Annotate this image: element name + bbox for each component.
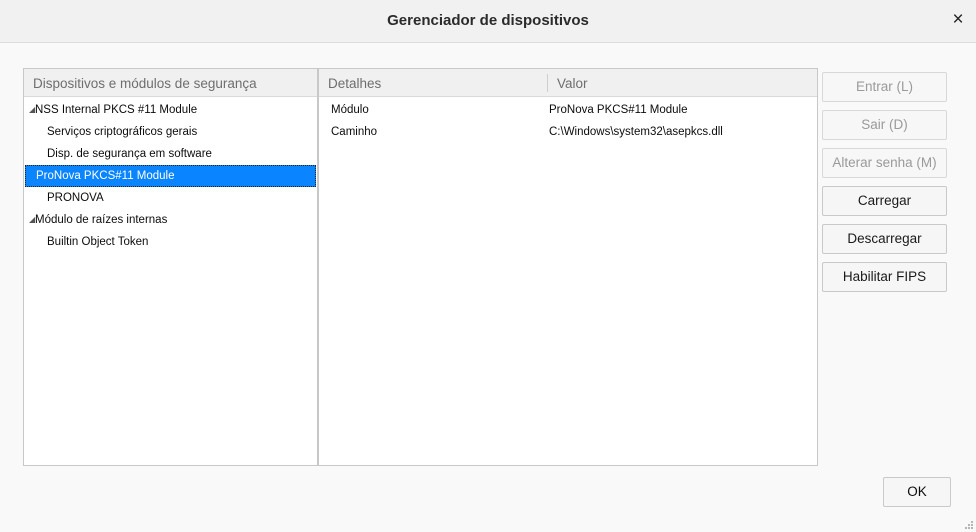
details-row-name: Módulo: [331, 104, 369, 116]
load-button[interactable]: Carregar: [822, 186, 947, 216]
window-title: Gerenciador de dispositivos: [387, 12, 589, 29]
tree-item-builtin-object-token[interactable]: Builtin Object Token: [24, 231, 317, 253]
details-row-value: C:\Windows\system32\asepkcs.dll: [549, 126, 723, 138]
tree-item-software-security-device[interactable]: Disp. de segurança em software: [24, 143, 317, 165]
tree-item-label: Serviços criptográficos gerais: [47, 126, 198, 138]
tree-item-label: NSS Internal PKCS #11 Module: [35, 104, 198, 116]
tree-item-label: ProNova PKCS#11 Module: [36, 170, 175, 182]
column-header-value[interactable]: Valor: [557, 76, 588, 91]
tree-item-builtin-roots-module[interactable]: ◢Módulo de raízes internas: [24, 209, 317, 231]
resize-grip-icon[interactable]: [964, 520, 974, 530]
column-header-details[interactable]: Detalhes: [328, 76, 381, 91]
tree-item-pronova-module[interactable]: ProNova PKCS#11 Module: [25, 165, 316, 187]
change-password-button[interactable]: Alterar senha (M): [822, 148, 947, 178]
login-button[interactable]: Entrar (L): [822, 72, 947, 102]
logout-button[interactable]: Sair (D): [822, 110, 947, 140]
column-separator[interactable]: [547, 74, 548, 92]
tree-header[interactable]: Dispositivos e módulos de segurança: [24, 69, 317, 97]
tree-item-label: Módulo de raízes internas: [35, 214, 168, 226]
details-row-path[interactable]: Caminho C:\Windows\system32\asepkcs.dll: [319, 121, 817, 143]
tree-item-pronova[interactable]: PRONOVA: [24, 187, 317, 209]
unload-button[interactable]: Descarregar: [822, 224, 947, 254]
details-table[interactable]: Detalhes Valor Módulo ProNova PKCS#11 Mo…: [318, 68, 818, 466]
tree-item-label: PRONOVA: [47, 192, 104, 204]
close-icon[interactable]: ×: [948, 9, 968, 31]
details-row-name: Caminho: [331, 126, 378, 138]
title-bar: Gerenciador de dispositivos ×: [0, 0, 976, 43]
ok-button[interactable]: OK: [883, 477, 951, 507]
details-row-value: ProNova PKCS#11 Module: [549, 104, 688, 116]
details-header: Detalhes Valor: [319, 69, 817, 97]
tree-item-label: Builtin Object Token: [47, 236, 149, 248]
tree-item-nss-internal-module[interactable]: ◢NSS Internal PKCS #11 Module: [24, 99, 317, 121]
tree-item-general-crypto-services[interactable]: Serviços criptográficos gerais: [24, 121, 317, 143]
tree-item-label: Disp. de segurança em software: [47, 148, 212, 160]
devices-tree[interactable]: Dispositivos e módulos de segurança ◢NSS…: [23, 68, 318, 466]
details-row-module[interactable]: Módulo ProNova PKCS#11 Module: [319, 99, 817, 121]
enable-fips-button[interactable]: Habilitar FIPS: [822, 262, 947, 292]
tree-header-label: Dispositivos e módulos de segurança: [33, 76, 257, 91]
